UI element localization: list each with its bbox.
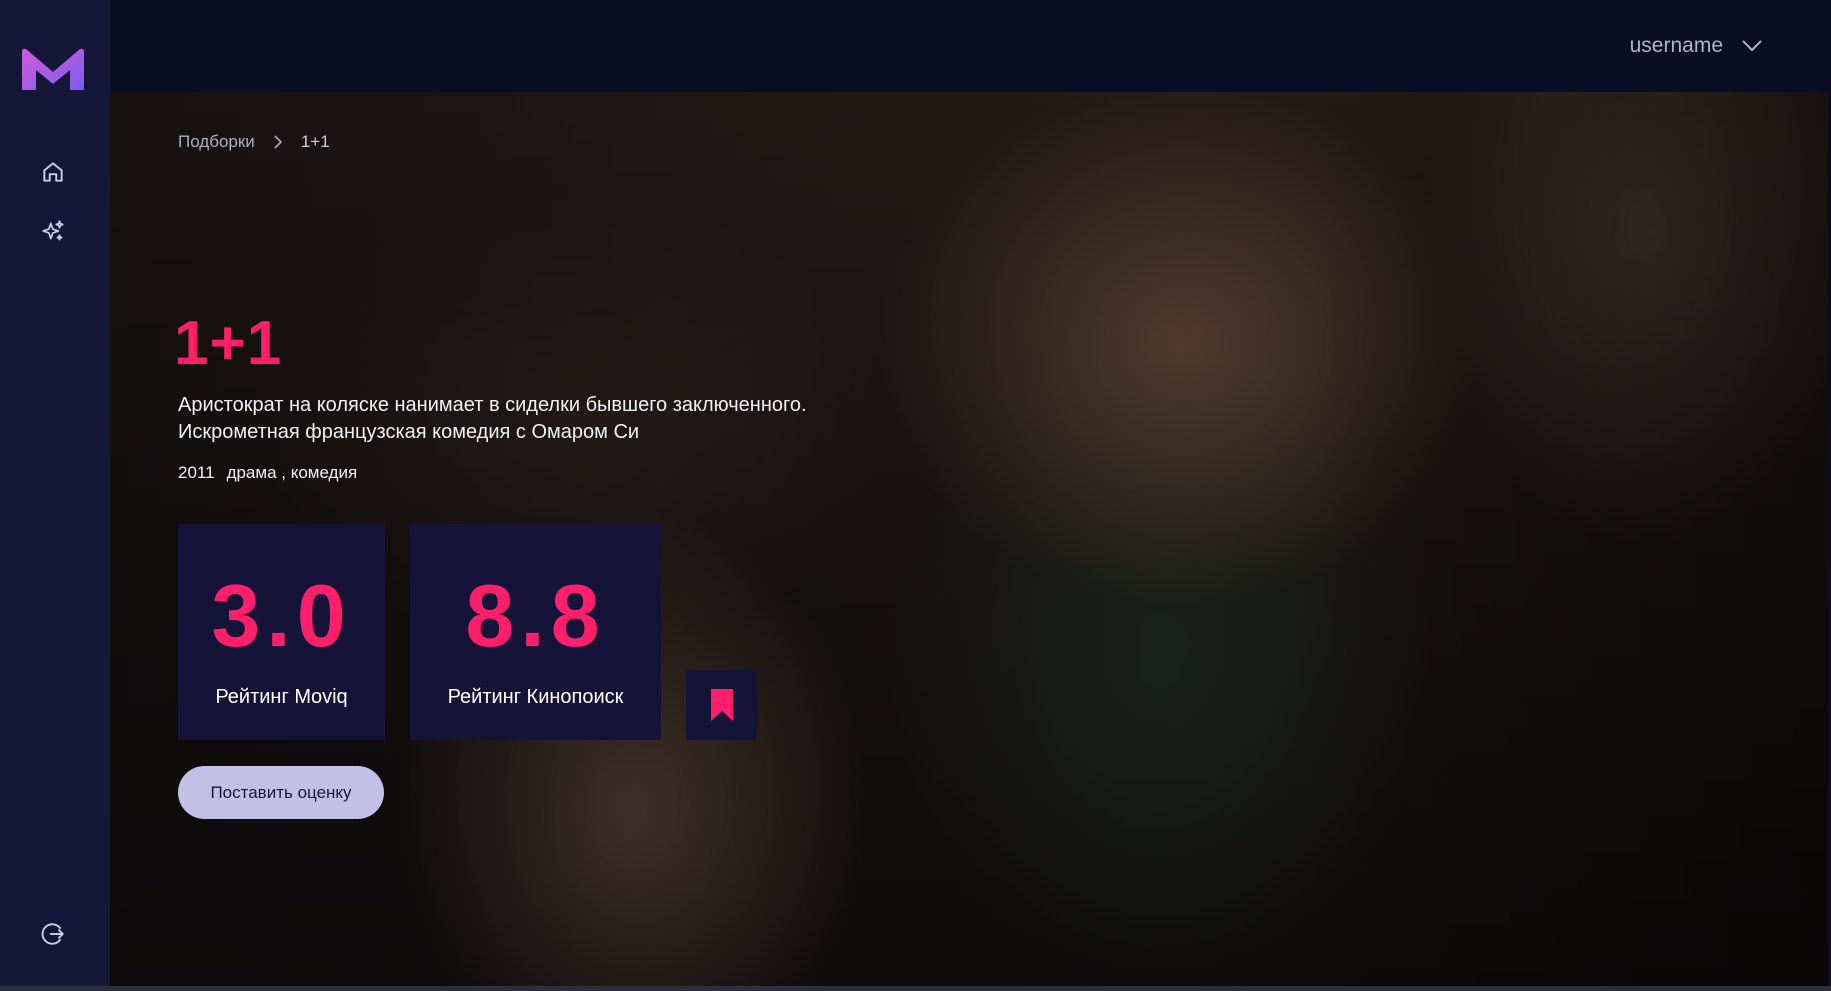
username-label: username <box>1629 34 1723 57</box>
bottom-edge <box>0 986 1831 991</box>
breadcrumb-current: 1+1 <box>300 132 330 151</box>
breadcrumb: Подборки 1+1 <box>178 132 330 152</box>
sidebar <box>0 0 110 986</box>
chevron-down-icon <box>1742 40 1762 52</box>
movie-title: 1+1 <box>174 309 283 378</box>
user-menu[interactable]: username <box>1630 34 1763 58</box>
movie-year: 2011 <box>178 463 215 482</box>
moviq-rating-label: Рейтинг Moviq <box>215 686 348 708</box>
sparkles-icon[interactable] <box>40 218 66 244</box>
kinopoisk-rating-label: Рейтинг Кинопоиск <box>447 686 624 708</box>
chevron-right-icon <box>274 135 282 149</box>
logout-icon[interactable] <box>40 921 66 947</box>
top-bar: username <box>110 0 1831 92</box>
movie-genres: драма , комедия <box>226 463 358 482</box>
kinopoisk-rating-value: 8.8 <box>465 566 606 665</box>
movie-description: Аристократ на коляске нанимает в сиделки… <box>178 392 898 446</box>
home-icon[interactable] <box>40 159 66 185</box>
kinopoisk-rating-card: 8.8 Рейтинг Кинопоиск <box>410 524 661 740</box>
movie-description-line-1: Аристократ на коляске нанимает в сиделки… <box>178 394 807 416</box>
bookmark-button[interactable] <box>686 670 757 740</box>
movie-meta: 2011 драма , комедия <box>178 463 357 483</box>
rate-button[interactable]: Поставить оценку <box>178 766 384 819</box>
moviq-logo-icon[interactable] <box>20 46 86 94</box>
moviq-rating-card: 3.0 Рейтинг Moviq <box>178 524 385 740</box>
bookmark-icon <box>710 689 733 721</box>
breadcrumb-collections-link[interactable]: Подборки <box>178 132 255 152</box>
movie-description-line-2: Искрометная французская комедия с Омаром… <box>178 421 640 443</box>
moviq-rating-value: 3.0 <box>211 566 352 665</box>
